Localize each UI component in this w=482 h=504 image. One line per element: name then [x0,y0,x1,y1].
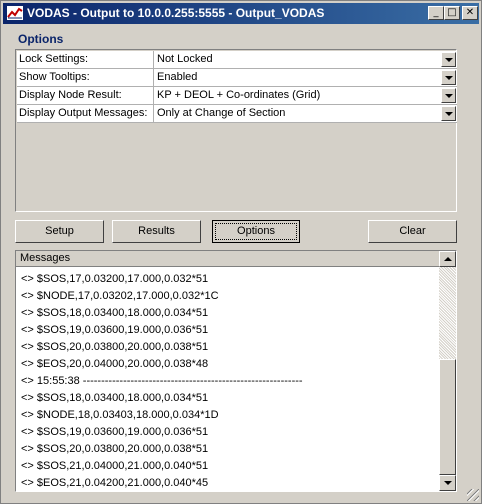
maximize-button[interactable]: □ [444,6,460,20]
setting-display-output-messages: Display Output Messages: Only at Change … [17,105,457,123]
title-bar[interactable]: VODAS - Output to 10.0.0.255:5555 - Outp… [3,3,479,24]
setting-key: Display Output Messages: [17,105,154,123]
message-item[interactable]: <> $SOS,20,0.03800,20.000,0.038*51 [21,339,436,356]
setting-key: Lock Settings: [17,51,154,69]
options-section-label: Options [18,32,64,46]
close-button[interactable]: ✕ [462,6,478,20]
setting-value: Not Locked [157,53,213,65]
options-button-label: Options [215,223,297,240]
setting-value-dropdown[interactable]: Enabled [154,69,457,87]
setting-display-node-result: Display Node Result: KP + DEOL + Co-ordi… [17,87,457,105]
dropdown-arrow-icon[interactable] [441,52,456,67]
setting-value-dropdown[interactable]: Not Locked [154,51,457,69]
dropdown-arrow-icon[interactable] [441,88,456,103]
scroll-up-arrow-icon[interactable] [439,251,456,267]
message-item[interactable]: <> $SOS,18,0.03400,18.000,0.034*51 [21,305,436,322]
messages-items: <> $SOS,17,0.03200,17.000,0.032*51 <> $N… [21,271,436,491]
message-item[interactable]: <> $SOS,21,0.04000,21.000,0.040*51 [21,458,436,475]
setting-value: Only at Change of Section [157,107,286,119]
results-button[interactable]: Results [112,220,201,243]
message-item[interactable]: <> $EOS,20,0.04000,20.000,0.038*48 [21,356,436,373]
messages-list[interactable]: Messages <> $SOS,17,0.03200,17.000,0.032… [15,250,457,492]
messages-scrollbar[interactable] [439,251,456,491]
settings-grid: Lock Settings: Not Locked Show Tooltips:… [15,49,457,212]
app-icon [7,6,23,20]
setting-show-tooltips: Show Tooltips: Enabled [17,69,457,87]
setting-value: Enabled [157,71,198,83]
messages-column-header[interactable]: Messages [16,251,440,267]
message-item[interactable]: <> $SOS,20,0.03800,20.000,0.038*51 [21,441,436,458]
message-item[interactable]: <> $SOS,18,0.03400,18.000,0.034*51 [21,390,436,407]
setting-lock-settings: Lock Settings: Not Locked [17,51,457,69]
setting-value-dropdown[interactable]: Only at Change of Section [154,105,457,123]
setting-key: Show Tooltips: [17,69,154,87]
dropdown-arrow-icon[interactable] [441,70,456,85]
options-button[interactable]: Options [212,220,300,243]
setting-key: Display Node Result: [17,87,154,105]
resize-grip-icon[interactable] [467,489,479,501]
clear-button[interactable]: Clear [368,220,457,243]
scrollbar-thumb[interactable] [439,359,456,475]
vodas-window: VODAS - Output to 10.0.0.255:5555 - Outp… [0,0,482,504]
dropdown-arrow-icon[interactable] [441,106,456,121]
message-item[interactable]: <> 15:55:38 ----------------------------… [21,373,436,390]
message-item[interactable]: <> $NODE,18,0.03403,18.000,0.034*1D [21,407,436,424]
setting-value-dropdown[interactable]: KP + DEOL + Co-ordinates (Grid) [154,87,457,105]
message-item[interactable]: <> $EOS,21,0.04200,21.000,0.040*45 [21,475,436,491]
window-title: VODAS - Output to 10.0.0.255:5555 - Outp… [27,6,325,20]
message-item[interactable]: <> $SOS,19,0.03600,19.000,0.036*51 [21,322,436,339]
message-item[interactable]: <> $SOS,19,0.03600,19.000,0.036*51 [21,424,436,441]
minimize-button[interactable]: _ [428,6,444,20]
scroll-down-arrow-icon[interactable] [439,475,456,491]
setting-value: KP + DEOL + Co-ordinates (Grid) [157,89,321,101]
message-item[interactable]: <> $SOS,17,0.03200,17.000,0.032*51 [21,271,436,288]
setup-button[interactable]: Setup [15,220,104,243]
message-item[interactable]: <> $NODE,17,0.03202,17.000,0.032*1C [21,288,436,305]
